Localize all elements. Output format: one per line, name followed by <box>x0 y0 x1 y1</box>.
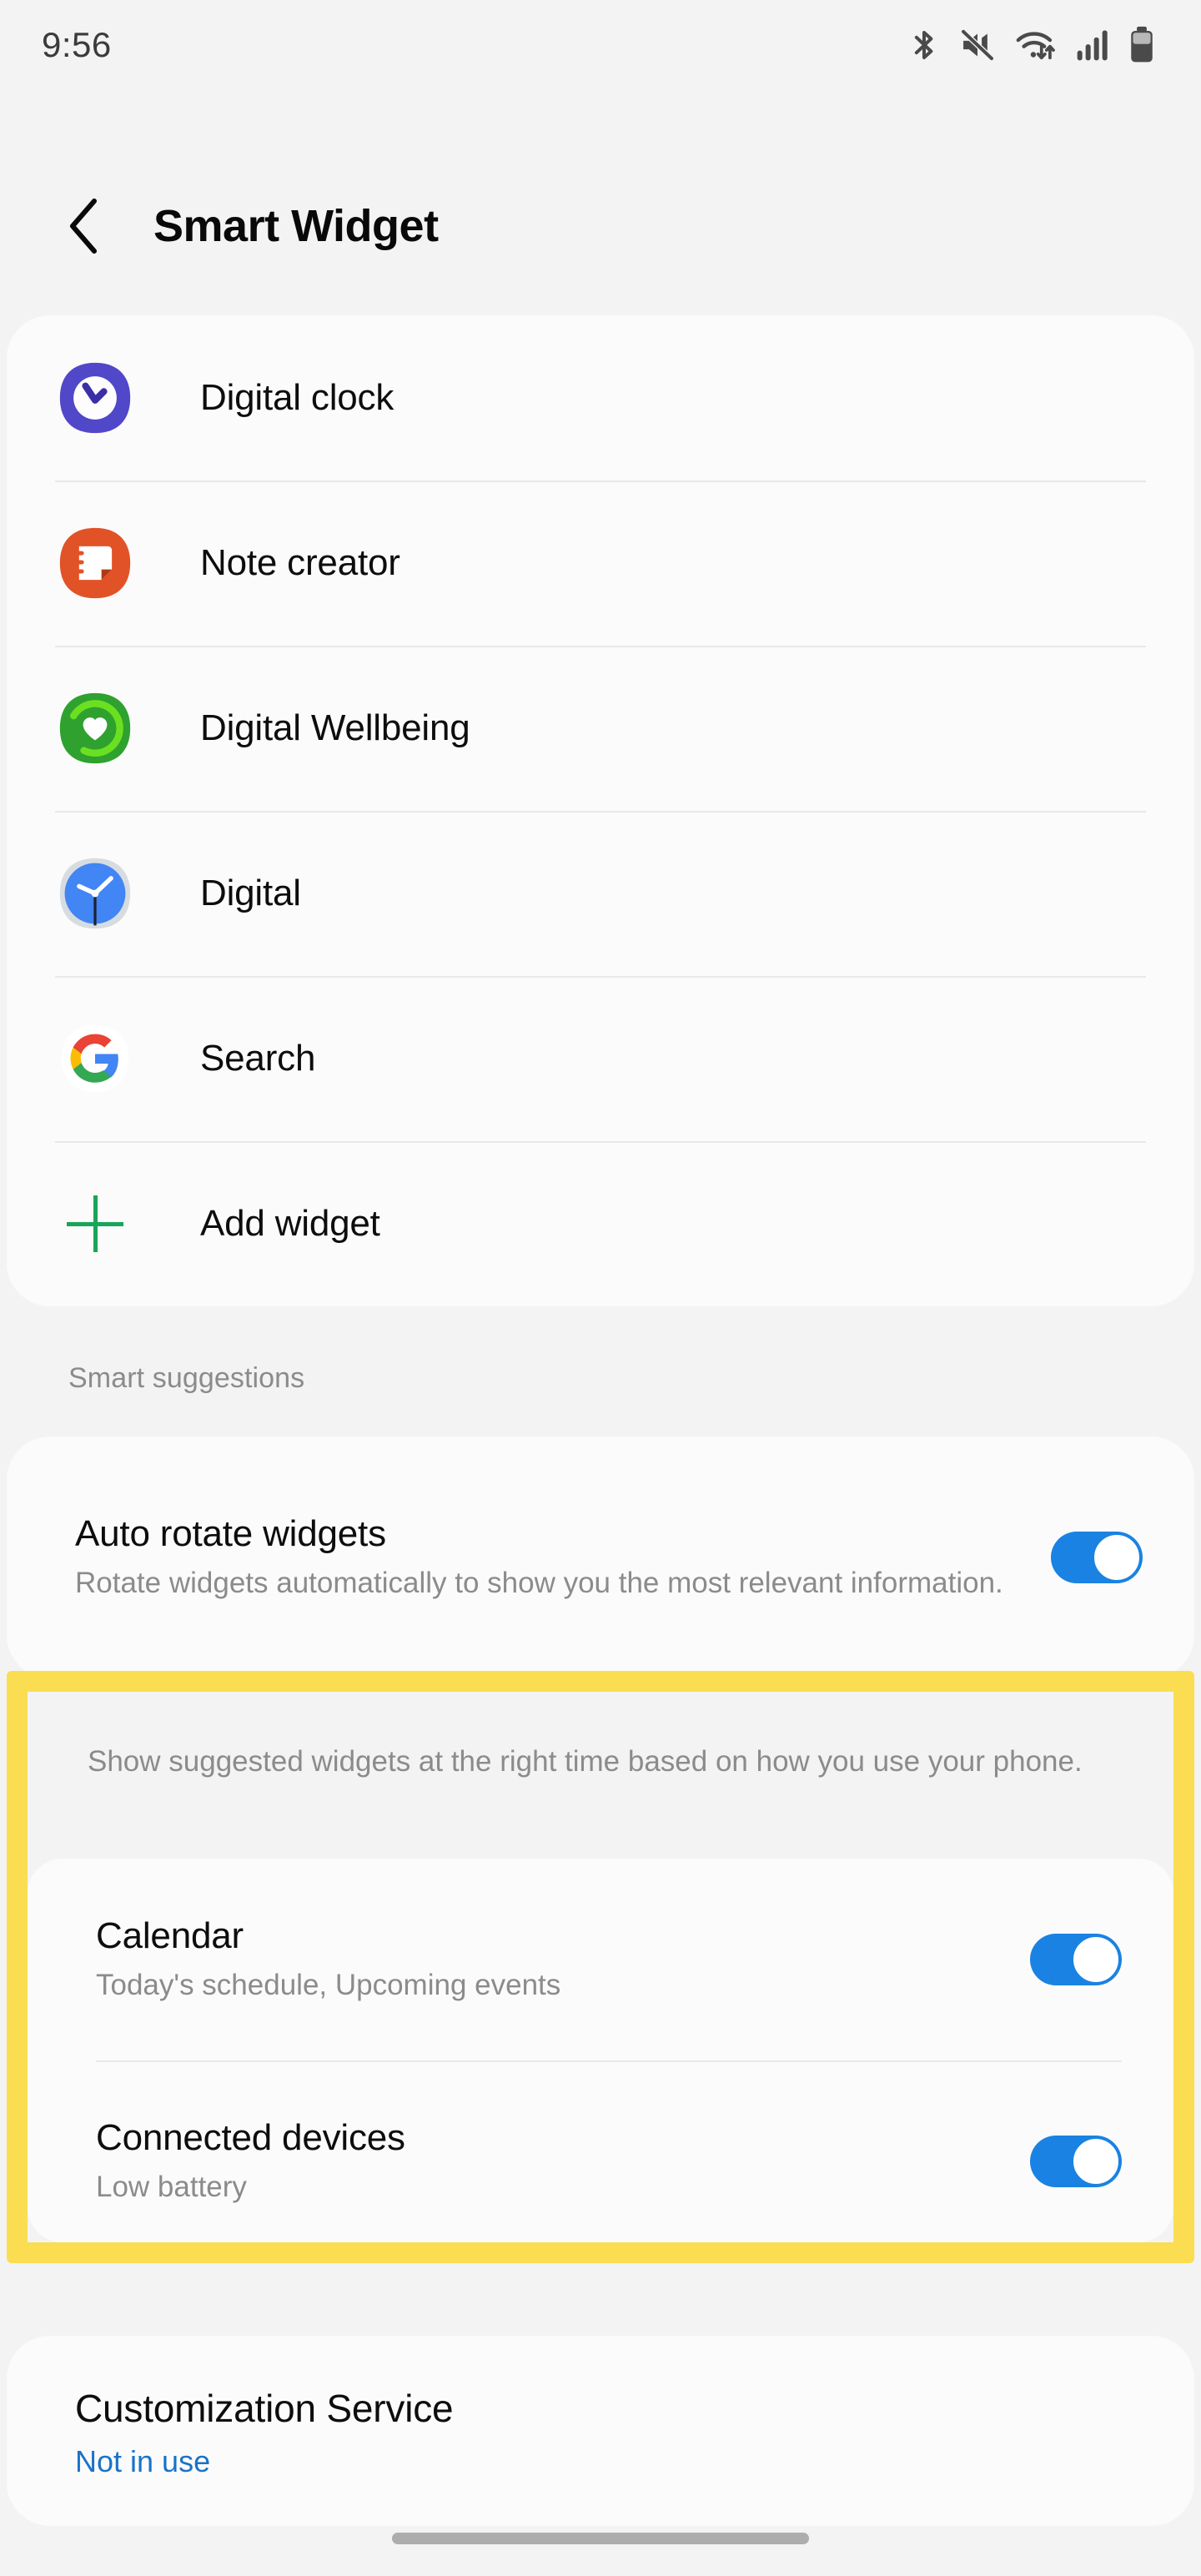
page-header: Smart Widget <box>0 164 1201 289</box>
widget-label: Digital Wellbeing <box>200 707 470 748</box>
widget-row-digital-clock[interactable]: Digital clock <box>7 315 1194 480</box>
note-creator-icon <box>55 523 135 603</box>
auto-rotate-title: Auto rotate widgets <box>75 1512 386 1554</box>
auto-rotate-widgets-row[interactable]: Auto rotate widgets Rotate widgets autom… <box>7 1436 1194 1678</box>
widget-label: Note creator <box>200 542 400 583</box>
auto-rotate-texts: Auto rotate widgets Rotate widgets autom… <box>75 1513 1051 1602</box>
widget-row-digital[interactable]: Digital <box>7 811 1194 976</box>
widget-label: Digital <box>200 873 301 913</box>
bluetooth-icon <box>907 27 941 63</box>
digital-clock-icon <box>55 358 135 438</box>
wifi-icon <box>1014 27 1058 63</box>
customization-service-title: Customization Service <box>75 2387 454 2430</box>
toggle-knob <box>1092 1532 1142 1582</box>
widget-label: Digital clock <box>200 377 394 418</box>
widget-list-card: Digital clock Note creator Digital Wellb… <box>7 315 1194 1306</box>
add-widget-row[interactable]: Add widget <box>7 1141 1194 1306</box>
phone-screen: 9:56 Smart Widget Digital clock Note cre… <box>0 0 1201 2576</box>
status-time: 9:56 <box>42 25 112 64</box>
sound-muted-icon <box>959 27 996 63</box>
widget-row-search[interactable]: Search <box>7 976 1194 1141</box>
analog-clock-icon <box>55 853 135 933</box>
add-widget-label: Add widget <box>200 1203 380 1244</box>
customization-service-row[interactable]: Customization Service Not in use <box>7 2336 1194 2526</box>
highlight-annotation-box <box>7 1671 1194 2263</box>
widget-label: Search <box>200 1038 316 1079</box>
google-search-icon <box>55 1019 135 1099</box>
digital-wellbeing-icon <box>55 688 135 768</box>
cellular-signal-icon <box>1076 27 1109 63</box>
customization-service-status[interactable]: Not in use <box>75 2444 1194 2479</box>
gesture-navigation-pill[interactable] <box>392 2533 809 2544</box>
widget-row-digital-wellbeing[interactable]: Digital Wellbeing <box>7 646 1194 811</box>
page-title: Smart Widget <box>153 201 439 251</box>
chevron-left-icon <box>70 199 97 254</box>
auto-rotate-description: Rotate widgets automatically to show you… <box>75 1566 1003 1599</box>
auto-rotate-toggle[interactable] <box>1051 1532 1143 1583</box>
battery-icon <box>1128 26 1156 64</box>
plus-icon <box>55 1184 135 1264</box>
smart-suggestions-section-label: Smart suggestions <box>68 1362 305 1394</box>
widget-row-note-creator[interactable]: Note creator <box>7 480 1194 646</box>
status-icons <box>907 26 1156 64</box>
status-bar: 9:56 <box>0 0 1201 90</box>
back-button[interactable] <box>58 199 110 254</box>
